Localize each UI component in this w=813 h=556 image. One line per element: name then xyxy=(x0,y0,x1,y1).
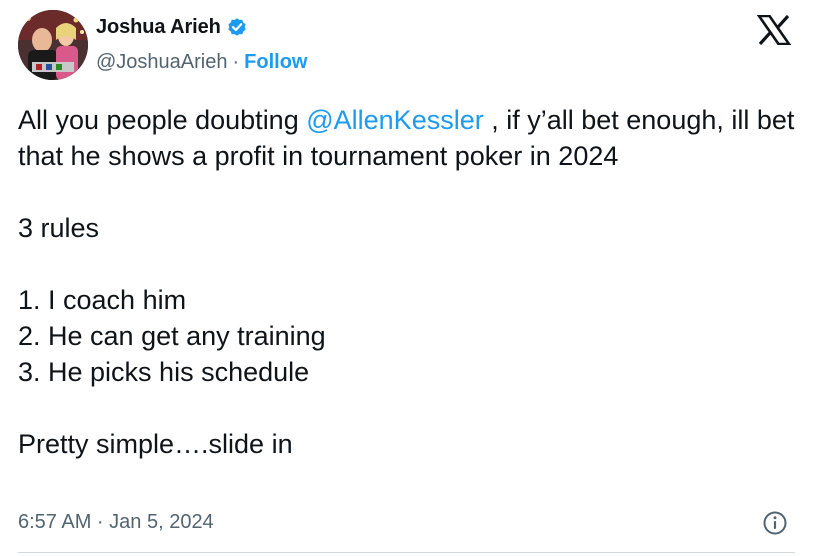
x-logo-icon[interactable] xyxy=(756,14,792,46)
tweet-text: All you people doubting @AllenKessler , … xyxy=(18,102,798,462)
tweet-text-part2: , if y’all bet enough, ill bet that he s… xyxy=(18,105,795,459)
tweet-timestamp[interactable]: 6:57 AM · Jan 5, 2024 xyxy=(18,511,214,534)
tweet-text-part1: All you people doubting xyxy=(18,105,307,135)
verified-badge-icon xyxy=(226,16,248,38)
author-name-row: Joshua Arieh xyxy=(96,13,248,41)
mention-link[interactable]: @AllenKessler xyxy=(306,105,483,135)
author-name[interactable]: Joshua Arieh xyxy=(96,16,221,39)
avatar-image xyxy=(18,10,88,80)
avatar[interactable] xyxy=(18,10,88,80)
author-handle[interactable]: @JoshuaArieh xyxy=(96,51,227,74)
info-icon[interactable] xyxy=(762,510,788,536)
handle-row: @JoshuaArieh · Follow xyxy=(96,51,307,74)
divider xyxy=(18,552,795,553)
separator-dot: · xyxy=(232,51,240,73)
follow-button[interactable]: Follow xyxy=(244,51,307,74)
tweet-card: Joshua Arieh @JoshuaArieh · Follow All y… xyxy=(0,0,813,556)
